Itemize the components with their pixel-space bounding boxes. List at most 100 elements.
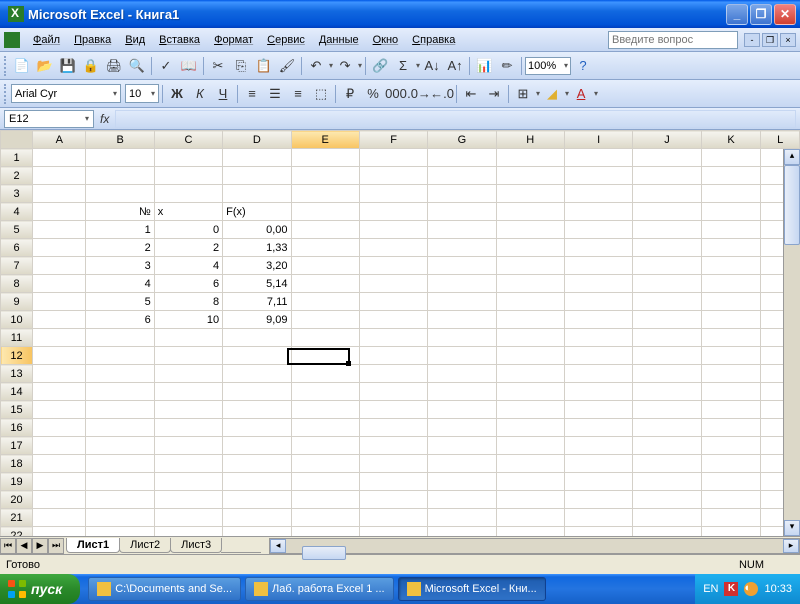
row-header-8[interactable]: 8 <box>1 275 33 293</box>
cell-E15[interactable] <box>291 401 359 419</box>
cell-F13[interactable] <box>359 365 427 383</box>
cell-E8[interactable] <box>291 275 359 293</box>
bold-button[interactable]: Ж <box>166 83 188 105</box>
cell-E17[interactable] <box>291 437 359 455</box>
cell-H7[interactable] <box>496 257 564 275</box>
sort-asc-button[interactable]: A↓ <box>421 55 443 77</box>
cell-C14[interactable] <box>154 383 222 401</box>
cell-C22[interactable] <box>154 527 222 537</box>
column-header-L[interactable]: L <box>761 131 800 149</box>
cell-H10[interactable] <box>496 311 564 329</box>
cell-G19[interactable] <box>428 473 496 491</box>
column-header-H[interactable]: H <box>496 131 564 149</box>
scroll-left-button[interactable]: ◂ <box>270 539 286 553</box>
cell-E11[interactable] <box>291 329 359 347</box>
cell-B6[interactable]: 2 <box>86 239 154 257</box>
row-header-20[interactable]: 20 <box>1 491 33 509</box>
cell-G8[interactable] <box>428 275 496 293</box>
cell-K10[interactable] <box>701 311 761 329</box>
cell-F6[interactable] <box>359 239 427 257</box>
cell-B5[interactable]: 1 <box>86 221 154 239</box>
cell-J19[interactable] <box>633 473 701 491</box>
borders-button[interactable]: ⊞ <box>512 83 534 105</box>
mdi-restore-button[interactable]: ❐ <box>762 33 778 47</box>
cell-J6[interactable] <box>633 239 701 257</box>
merge-center-button[interactable]: ⬚ <box>310 83 332 105</box>
fill-color-dropdown[interactable]: ▾ <box>565 89 569 98</box>
borders-dropdown[interactable]: ▾ <box>536 89 540 98</box>
cell-A4[interactable] <box>33 203 86 221</box>
font-name-combo[interactable]: Arial Cyr▾ <box>11 84 121 103</box>
spellcheck-button[interactable]: ✓ <box>155 55 177 77</box>
cell-H21[interactable] <box>496 509 564 527</box>
column-header-F[interactable]: F <box>359 131 427 149</box>
cell-H14[interactable] <box>496 383 564 401</box>
cell-D4[interactable]: F(x) <box>223 203 291 221</box>
horizontal-scrollbar[interactable]: ◂ ▸ <box>269 538 800 554</box>
cell-H12[interactable] <box>496 347 564 365</box>
cell-G7[interactable] <box>428 257 496 275</box>
cell-D3[interactable] <box>223 185 291 203</box>
cell-H5[interactable] <box>496 221 564 239</box>
cell-H15[interactable] <box>496 401 564 419</box>
cell-D9[interactable]: 7,11 <box>223 293 291 311</box>
cell-G18[interactable] <box>428 455 496 473</box>
cell-F22[interactable] <box>359 527 427 537</box>
font-size-combo[interactable]: 10▾ <box>125 84 159 103</box>
cell-C6[interactable]: 2 <box>154 239 222 257</box>
cell-C18[interactable] <box>154 455 222 473</box>
cell-D18[interactable] <box>223 455 291 473</box>
cell-I5[interactable] <box>564 221 632 239</box>
chart-wizard-button[interactable]: 📊 <box>473 55 495 77</box>
cell-K9[interactable] <box>701 293 761 311</box>
row-header-7[interactable]: 7 <box>1 257 33 275</box>
cell-A6[interactable] <box>33 239 86 257</box>
cell-G21[interactable] <box>428 509 496 527</box>
cell-K15[interactable] <box>701 401 761 419</box>
cell-I9[interactable] <box>564 293 632 311</box>
cell-A21[interactable] <box>33 509 86 527</box>
cell-H4[interactable] <box>496 203 564 221</box>
row-header-12[interactable]: 12 <box>1 347 33 365</box>
cell-I12[interactable] <box>564 347 632 365</box>
cell-J18[interactable] <box>633 455 701 473</box>
taskbar-item[interactable]: Лаб. работа Excel 1 ... <box>245 577 394 601</box>
cell-D21[interactable] <box>223 509 291 527</box>
cell-J2[interactable] <box>633 167 701 185</box>
cell-I10[interactable] <box>564 311 632 329</box>
cell-K7[interactable] <box>701 257 761 275</box>
cell-E21[interactable] <box>291 509 359 527</box>
column-header-I[interactable]: I <box>564 131 632 149</box>
cell-J22[interactable] <box>633 527 701 537</box>
research-button[interactable]: 📖 <box>178 55 200 77</box>
cell-J9[interactable] <box>633 293 701 311</box>
taskbar-item[interactable]: C:\Documents and Se... <box>88 577 241 601</box>
cell-A10[interactable] <box>33 311 86 329</box>
column-header-K[interactable]: K <box>701 131 761 149</box>
help-button[interactable]: ? <box>572 55 594 77</box>
cell-H11[interactable] <box>496 329 564 347</box>
cell-G9[interactable] <box>428 293 496 311</box>
comma-button[interactable]: 000 <box>385 83 407 105</box>
cell-C15[interactable] <box>154 401 222 419</box>
cell-D14[interactable] <box>223 383 291 401</box>
cell-F21[interactable] <box>359 509 427 527</box>
cell-H6[interactable] <box>496 239 564 257</box>
tray-icon[interactable]: ◐ <box>744 582 758 596</box>
redo-button[interactable]: ↷ <box>334 55 356 77</box>
cell-I19[interactable] <box>564 473 632 491</box>
cell-F3[interactable] <box>359 185 427 203</box>
align-center-button[interactable]: ☰ <box>264 83 286 105</box>
cell-G12[interactable] <box>428 347 496 365</box>
cell-B14[interactable] <box>86 383 154 401</box>
cell-C8[interactable]: 6 <box>154 275 222 293</box>
print-button[interactable]: 🖨 <box>103 55 125 77</box>
menu-окно[interactable]: Окно <box>366 32 406 48</box>
cell-H8[interactable] <box>496 275 564 293</box>
cell-B1[interactable] <box>86 149 154 167</box>
cell-D6[interactable]: 1,33 <box>223 239 291 257</box>
maximize-button[interactable]: ❐ <box>750 4 772 25</box>
cell-K2[interactable] <box>701 167 761 185</box>
vertical-scrollbar[interactable]: ▴ ▾ <box>783 149 800 536</box>
cell-I18[interactable] <box>564 455 632 473</box>
